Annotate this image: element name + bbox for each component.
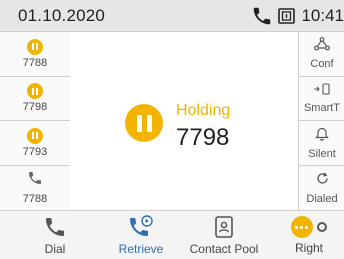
- hold-icon: [27, 127, 43, 144]
- right-softkey-column: Conf SmartT Silent Dialed: [298, 32, 344, 210]
- dial-label: Dial: [44, 242, 66, 256]
- status-date: 01.10.2020: [18, 5, 106, 25]
- right-more-label: Right: [294, 241, 323, 255]
- line-key-number: 7798: [22, 101, 48, 114]
- contact-pool-button[interactable]: Contact Pool: [184, 211, 264, 259]
- line-key-number: 7793: [22, 145, 48, 158]
- conference-icon: [314, 37, 330, 56]
- line-key-1[interactable]: 7788: [0, 32, 70, 77]
- retrieve-icon: [128, 215, 154, 239]
- contacts-icon: [213, 215, 235, 239]
- smart-transfer-button[interactable]: SmartT: [299, 76, 344, 121]
- phone-screen: 01.10.2020 10:41 7788 7798 7793 7788 Hol…: [0, 0, 344, 259]
- silent-button[interactable]: Silent: [299, 121, 344, 166]
- hold-icon: [27, 83, 43, 100]
- retrieve-button[interactable]: Retrieve: [106, 211, 176, 259]
- phone-icon: [27, 170, 43, 191]
- retrieve-label: Retrieve: [118, 242, 164, 256]
- dial-button[interactable]: Dial: [20, 211, 90, 259]
- dialed-label: Dialed: [306, 192, 338, 205]
- silent-label: Silent: [308, 147, 336, 160]
- smart-transfer-icon: [313, 82, 331, 100]
- line-key-3[interactable]: 7793: [0, 121, 70, 166]
- status-indicators: 10:41: [251, 5, 344, 27]
- active-call-panel: Holding 7798: [70, 32, 298, 210]
- hold-icon: [27, 38, 43, 55]
- line-key-number: 7788: [22, 56, 48, 69]
- conf-button[interactable]: Conf: [299, 32, 344, 77]
- phone-icon: [43, 215, 67, 239]
- status-time: 10:41: [301, 5, 344, 25]
- bell-icon: [315, 126, 329, 146]
- call-status: Holding: [176, 102, 231, 119]
- bottom-softkey-bar: Dial Retrieve Contact Pool Right: [0, 210, 344, 259]
- phone-icon: [251, 5, 273, 27]
- more-icon: [290, 216, 328, 238]
- call-number: 7798: [176, 124, 230, 151]
- dnd-icon: [277, 6, 297, 26]
- smart-transfer-label: SmartT: [303, 102, 341, 115]
- line-key-4[interactable]: 7788: [0, 165, 70, 210]
- redial-icon: [315, 171, 330, 191]
- line-key-number: 7788: [22, 193, 48, 206]
- line-key-column: 7788 7798 7793 7788: [0, 32, 70, 210]
- status-bar: 01.10.2020 10:41: [0, 0, 344, 32]
- dialed-button[interactable]: Dialed: [299, 165, 344, 210]
- line-key-2[interactable]: 7798: [0, 76, 70, 121]
- right-more-button[interactable]: Right: [278, 211, 340, 259]
- contact-pool-label: Contact Pool: [189, 242, 259, 256]
- conf-label: Conf: [310, 58, 334, 71]
- hold-icon: [125, 104, 163, 142]
